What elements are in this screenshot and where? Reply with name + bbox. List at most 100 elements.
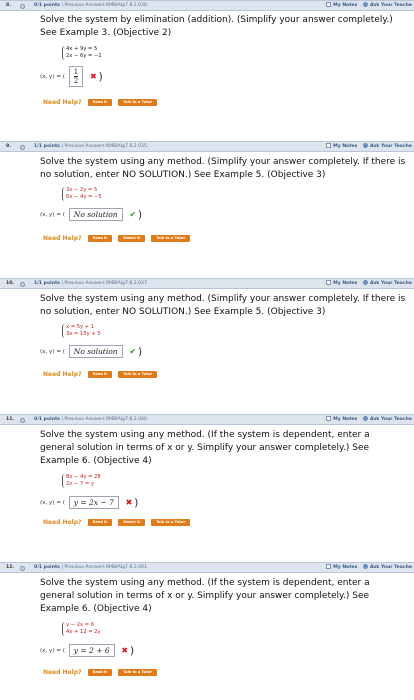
answer-input[interactable]: y = 2x − 7	[68, 496, 119, 509]
talk-to-tutor-button[interactable]: Talk to a Tutor	[118, 669, 158, 676]
my-notes-link[interactable]: My Notes	[333, 565, 357, 570]
plus-icon	[363, 564, 368, 569]
incorrect-icon: ✖	[121, 646, 129, 655]
talk-to-tutor-button[interactable]: Talk to a Tutor	[118, 371, 158, 378]
header-actions: My Notes Ask Your Teache	[326, 142, 412, 151]
problem-text: Solve the system by elimination (additio…	[40, 15, 393, 38]
answer-row: (x, y) = ( y = 2 + 6 ✖ )	[40, 644, 134, 657]
need-help-label: Need Help?	[43, 99, 82, 106]
equation-1: 8x − 4y = 28	[66, 474, 101, 480]
equation-1: 4x + 9y = 5	[66, 46, 98, 52]
need-help-label: Need Help?	[43, 371, 82, 378]
answer-label: (x, y) = (	[40, 349, 65, 355]
equation-system: y − 2x = 6 4x + 12 = 2y	[62, 622, 101, 636]
my-notes-link[interactable]: My Notes	[333, 3, 357, 8]
header-actions: My Notes Ask Your Teache	[326, 415, 412, 424]
equation-2: 2x − 7 = y	[66, 481, 95, 487]
ask-teacher-link[interactable]: Ask Your Teache	[370, 281, 412, 286]
equation-2: 2x − 6y = −1	[66, 53, 102, 59]
answer-input[interactable]: No solution	[68, 345, 123, 358]
read-it-button[interactable]: Read It	[87, 519, 113, 526]
my-notes-link[interactable]: My Notes	[333, 417, 357, 422]
problem-text: Solve the system using any method. (If t…	[40, 430, 370, 466]
my-notes-link[interactable]: My Notes	[333, 144, 357, 149]
equation-system: 8x − 4y = 28 2x − 7 = y	[62, 474, 101, 488]
notes-checkbox[interactable]	[326, 143, 332, 148]
my-notes-link[interactable]: My Notes	[333, 281, 357, 286]
plus-icon	[363, 280, 368, 285]
plus-icon	[363, 2, 368, 7]
header-actions: My Notes Ask Your Teache	[326, 1, 412, 10]
points-status: 0/1 points | Previous Answers KMBIAlg7 8…	[34, 3, 149, 8]
fraction-numerator: 1	[73, 68, 79, 76]
points-status: 0/1 points | Previous Answers KMBIAlg7 8…	[34, 565, 149, 570]
watch-it-button[interactable]: Watch It	[118, 519, 146, 526]
points-status: 1/1 points | Previous Answers KMBIAlg7 8…	[34, 281, 149, 286]
close-paren: )	[98, 70, 103, 83]
header-actions: My Notes Ask Your Teache	[326, 563, 412, 572]
notes-checkbox[interactable]	[326, 416, 332, 421]
read-it-button[interactable]: Read It	[87, 235, 113, 242]
need-help-row: Need Help? Read It Watch It Talk to a Tu…	[43, 519, 191, 526]
notes-checkbox[interactable]	[326, 564, 332, 569]
question-number: 9.	[6, 144, 11, 149]
equation-system: x = 5y + 1 3x = 15y + 5	[62, 324, 101, 338]
ask-teacher-link[interactable]: Ask Your Teache	[370, 417, 412, 422]
close-paren: )	[129, 644, 135, 657]
problem-text: Solve the system using any method. (If t…	[40, 578, 370, 614]
read-it-button[interactable]: Read It	[87, 99, 113, 106]
answer-label: (x, y) = (	[40, 212, 65, 218]
answer-row: (x, y) = ( No solution ✔ )	[40, 208, 142, 221]
question-number: 12.	[6, 565, 15, 570]
problem-text: Solve the system using any method. (Simp…	[40, 157, 406, 180]
fraction: 1 2	[73, 68, 79, 85]
plus-icon	[363, 416, 368, 421]
status-icon	[20, 281, 25, 287]
need-help-label: Need Help?	[43, 235, 82, 242]
need-help-label: Need Help?	[43, 519, 82, 526]
equation-1: y − 2x = 6	[66, 622, 95, 628]
correct-icon: ✔	[129, 347, 137, 356]
read-it-button[interactable]: Read It	[87, 371, 113, 378]
points-status: 1/1 points | Previous Answers KMBIAlg7 8…	[34, 144, 149, 149]
equation-2: 4x + 12 = 2y	[66, 629, 101, 635]
answer-input[interactable]: 1 2	[68, 66, 84, 87]
talk-to-tutor-button[interactable]: Talk to a Tutor	[151, 235, 191, 242]
close-paren: )	[137, 208, 143, 221]
read-it-button[interactable]: Read It	[87, 669, 113, 676]
question-header: 12. 0/1 points | Previous Answers KMBIAl…	[0, 562, 414, 573]
correct-icon: ✔	[129, 210, 137, 219]
equation-1: x = 5y + 1	[66, 324, 95, 330]
notes-checkbox[interactable]	[326, 2, 332, 7]
question-number: 11.	[6, 417, 15, 422]
incorrect-icon: ✖	[125, 498, 133, 507]
talk-to-tutor-button[interactable]: Talk to a Tutor	[151, 519, 191, 526]
ask-teacher-link[interactable]: Ask Your Teache	[370, 3, 412, 8]
need-help-label: Need Help?	[43, 669, 82, 676]
equation-2: 3x = 15y + 5	[66, 331, 101, 337]
need-help-row: Need Help? Read It Talk to a Tutor	[43, 371, 158, 378]
close-paren: )	[134, 496, 139, 509]
answer-input[interactable]: No solution	[68, 208, 123, 221]
answer-label: (x, y) = (	[40, 648, 65, 654]
points-status: 0/1 points | Previous Answers KMBIAlg7 8…	[34, 417, 149, 422]
status-icon	[20, 3, 25, 9]
plus-icon	[363, 143, 368, 148]
answer-input[interactable]: y = 2 + 6	[68, 644, 115, 657]
question-header: 8. 0/1 points | Previous Answers KMBIAlg…	[0, 0, 414, 11]
question-header: 9. 1/1 points | Previous Answers KMBIAlg…	[0, 141, 414, 152]
ask-teacher-link[interactable]: Ask Your Teache	[370, 565, 412, 570]
question-header: 11. 0/1 points | Previous Answers KMBIAl…	[0, 414, 414, 425]
talk-to-tutor-button[interactable]: Talk to a Tutor	[118, 99, 158, 106]
answer-row: (x, y) = ( 1 2 ✖ )	[40, 66, 103, 87]
ask-teacher-link[interactable]: Ask Your Teache	[370, 144, 412, 149]
equation-2: 6x − 4y = −5	[66, 194, 102, 200]
notes-checkbox[interactable]	[326, 280, 332, 285]
equation-system: 3x − 2y = 5 6x − 4y = −5	[62, 187, 102, 201]
watch-it-button[interactable]: Watch It	[118, 235, 146, 242]
need-help-row: Need Help? Read It Talk to a Tutor	[43, 669, 158, 676]
question-header: 10. 1/1 points | Previous Answers KMBIAl…	[0, 278, 414, 289]
problem-text: Solve the system using any method. (Simp…	[40, 294, 406, 317]
status-icon	[20, 417, 25, 423]
question-number: 8.	[6, 3, 11, 8]
